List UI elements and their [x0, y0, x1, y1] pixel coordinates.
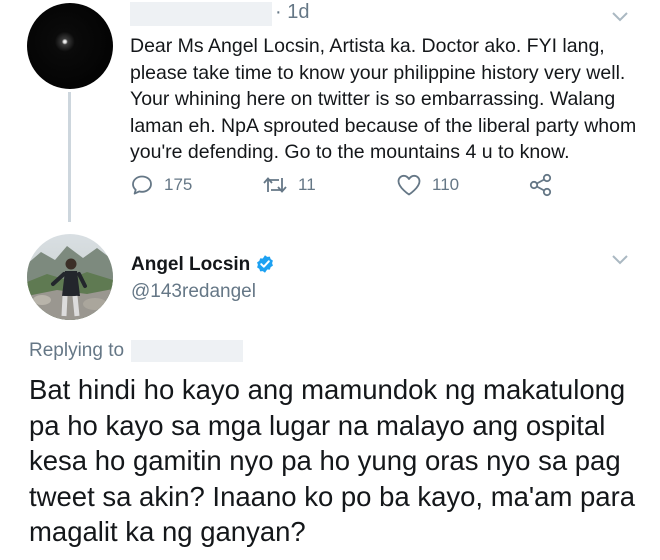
like-count: 110 [432, 175, 460, 194]
author-avatar-photo[interactable] [27, 234, 113, 320]
like-button[interactable]: 110 [396, 173, 459, 197]
chevron-down-icon[interactable] [611, 254, 629, 266]
like-icon [397, 174, 421, 196]
replying-to-label: Replying to [29, 340, 125, 361]
author-avatar[interactable] [27, 3, 113, 89]
reply-tweet-text: Bat hindi ho kayo ang mamundok ng makatu… [29, 374, 636, 547]
reply-button[interactable]: 175 [130, 173, 192, 197]
retweet-count: 11 [298, 175, 316, 194]
thread-connector-line [68, 92, 71, 222]
redacted-author-name [130, 2, 272, 26]
retweet-button[interactable]: 11 [262, 173, 316, 197]
verified-icon [257, 255, 273, 273]
reply-icon [132, 175, 152, 195]
chevron-down-icon[interactable] [611, 11, 629, 23]
tweet-text: Dear Ms Angel Locsin, Artista ka. Doctor… [130, 35, 637, 163]
redacted-reply-handle [131, 340, 243, 362]
reply-count: 175 [164, 175, 193, 194]
user-handle[interactable]: @143redangel [131, 281, 256, 303]
retweet-icon [263, 177, 287, 193]
share-icon[interactable] [528, 173, 554, 197]
display-name[interactable]: Angel Locsin [131, 254, 250, 276]
tweet-timestamp[interactable]: · 1d [275, 1, 309, 24]
